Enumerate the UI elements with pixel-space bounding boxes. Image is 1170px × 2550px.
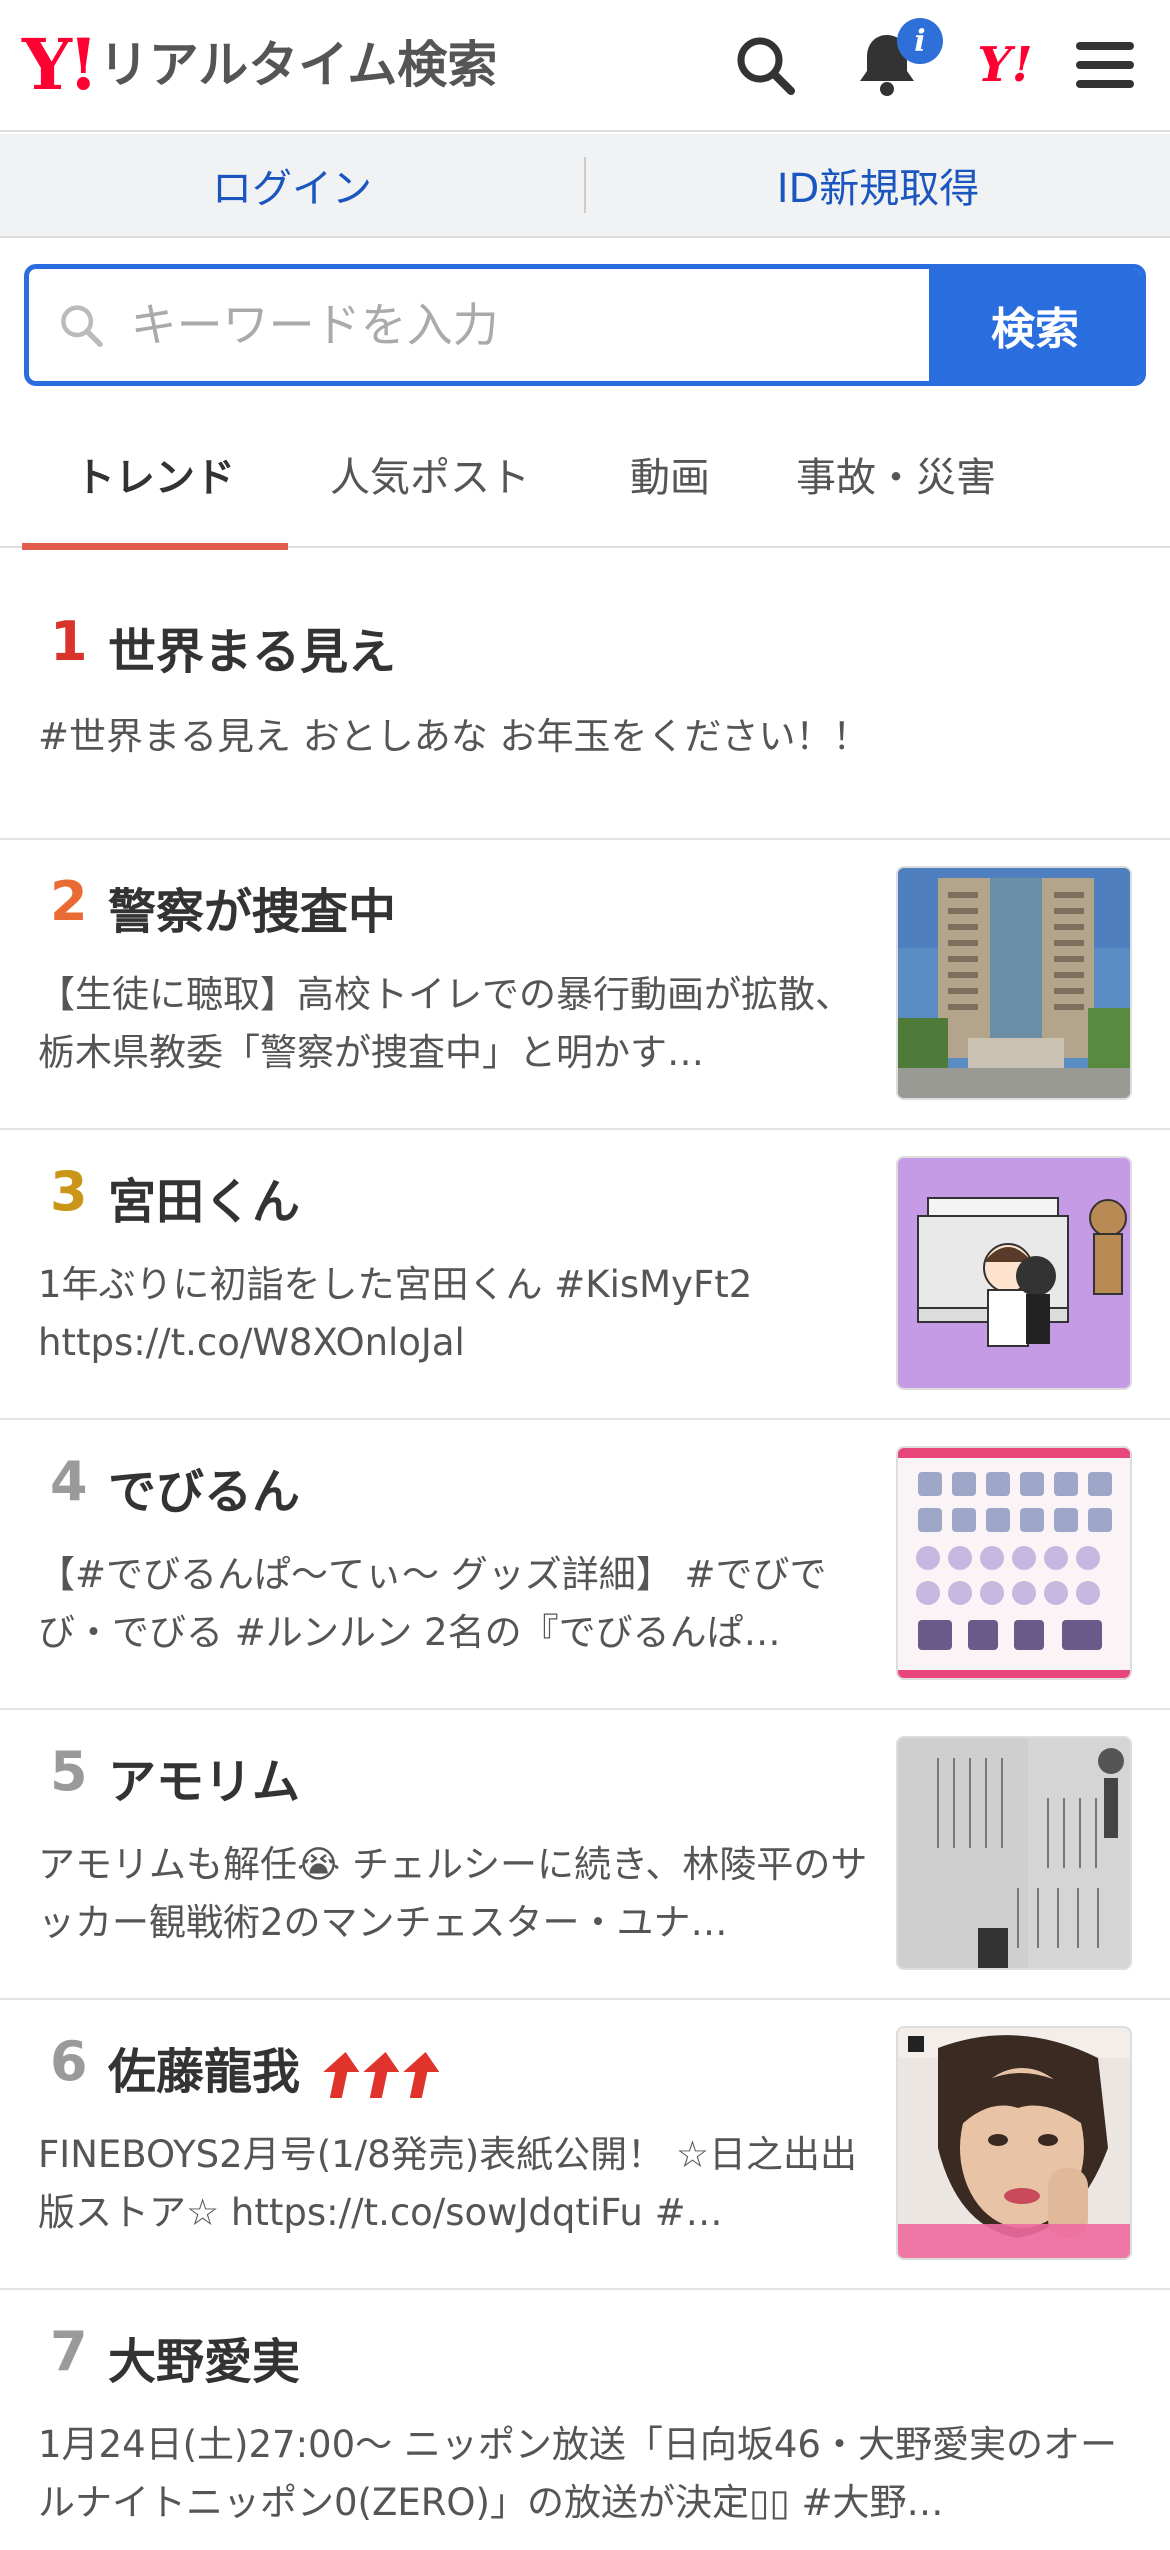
trend-item-1[interactable]: 1 世界まる見え #世界まる見え おとしあな お年玉をください！！ [0, 550, 1170, 840]
search-button[interactable]: 検索 [929, 269, 1141, 381]
app-header: Y! リアルタイム検索 i Y! [0, 0, 1170, 132]
tab-trend[interactable]: トレンド [22, 400, 288, 550]
notification-badge: i [897, 18, 943, 64]
trend-description: 1月24日(土)27:00〜 ニッポン放送「日向坂46・大野愛実のオールナイトニ… [38, 2423, 1117, 2524]
site-logo[interactable]: Y! リアルタイム検索 [22, 30, 497, 100]
search-icon[interactable] [730, 30, 800, 100]
search-bar: 検索 [24, 264, 1146, 386]
trend-title: 佐藤龍我 [108, 2044, 301, 2100]
category-tabs: トレンド 人気ポスト 動画 事故・災害 [0, 400, 1170, 550]
trend-description: FINEBOYS2月号(1/8発売)表紙公開！ ☆日之出出版ストア☆ https… [38, 2133, 858, 2234]
rising-arrows-icon [316, 2050, 440, 2100]
trend-rank: 6 [50, 2030, 88, 2093]
trend-title: 警察が捜査中 [108, 884, 397, 940]
trend-thumbnail-goods [896, 1446, 1132, 1680]
tab-popular-posts[interactable]: 人気ポスト [288, 400, 572, 548]
trend-title: でびるん [108, 1464, 301, 1520]
trend-rank: 2 [50, 870, 88, 933]
search-input[interactable] [130, 298, 929, 352]
trend-rank: 7 [50, 2320, 88, 2383]
tab-videos[interactable]: 動画 [572, 400, 768, 548]
trend-thumbnail-magazine-page [896, 1736, 1132, 1970]
trend-rank: 5 [50, 1740, 88, 1803]
yahoo-mark-text: Y! [977, 37, 1033, 93]
tab-accidents-disasters[interactable]: 事故・災害 [768, 400, 1024, 548]
yahoo-japan-icon[interactable]: Y! [970, 30, 1040, 100]
logo-text: リアルタイム検索 [98, 36, 498, 94]
search-field[interactable] [29, 269, 929, 381]
trend-title: 大野愛実 [108, 2334, 301, 2390]
trend-item-7[interactable]: 7 大野愛実 1月24日(土)27:00〜 ニッポン放送「日向坂46・大野愛実の… [0, 2290, 1170, 2550]
login-bar: ログイン ID新規取得 [0, 134, 1170, 238]
trend-description: 1年ぶりに初詣をした宮田くん #KisMyFt2 https://t.co/W8… [38, 1263, 753, 1364]
trend-list: 1 世界まる見え #世界まる見え おとしあな お年玉をください！！ 2 警察が捜… [0, 550, 1170, 2550]
trend-description: 【#でびるんぱ〜てぃ〜 グッズ詳細】 #でびでび・でびる #ルンルン 2名の『で… [38, 1553, 827, 1654]
trend-title: 宮田くん [108, 1174, 301, 1230]
login-link[interactable]: ログイン [0, 156, 584, 214]
yahoo-logo-mark: Y! [22, 23, 99, 106]
trend-description: #世界まる見え おとしあな お年玉をください！！ [38, 715, 870, 758]
trend-description: アモリムも解任😭 チェルシーに続き、林陵平のサッカー観戦術2のマンチェスター・ユ… [38, 1843, 868, 1944]
trend-item-6[interactable]: 6 佐藤龍我 FINEBOYS2月号(1/8発売)表紙公開！ ☆日之出出版ストア… [0, 2000, 1170, 2290]
trend-description: 【生徒に聴取】高校トイレでの暴行動画が拡散、栃木県教委「警察が捜査中」と明かす… [38, 973, 852, 1074]
search-field-icon [61, 305, 103, 347]
trend-item-4[interactable]: 4 でびるん 【#でびるんぱ〜てぃ〜 グッズ詳細】 #でびでび・でびる #ルンル… [0, 1420, 1170, 1710]
notification-bell-icon[interactable]: i [852, 18, 943, 100]
trend-title: アモリム [108, 1754, 301, 1810]
trend-thumbnail-magazine-cover [896, 2026, 1132, 2260]
trend-rank: 1 [50, 610, 88, 673]
trend-rank: 3 [50, 1160, 88, 1223]
trend-item-2[interactable]: 2 警察が捜査中 【生徒に聴取】高校トイレでの暴行動画が拡散、栃木県教委「警察が… [0, 840, 1170, 1130]
hamburger-menu-icon[interactable] [1070, 30, 1140, 100]
trend-title: 世界まる見え [108, 624, 397, 680]
trend-title-with-rising: 佐藤龍我 [108, 2032, 440, 2102]
trend-thumbnail-illustration [896, 1156, 1132, 1390]
trend-thumbnail-building [896, 866, 1132, 1100]
trend-item-3[interactable]: 3 宮田くん 1年ぶりに初詣をした宮田くん #KisMyFt2 https://… [0, 1130, 1170, 1420]
trend-item-5[interactable]: 5 アモリム アモリムも解任😭 チェルシーに続き、林陵平のサッカー観戦術2のマン… [0, 1710, 1170, 2000]
register-link[interactable]: ID新規取得 [586, 156, 1170, 214]
trend-rank: 4 [50, 1450, 88, 1513]
